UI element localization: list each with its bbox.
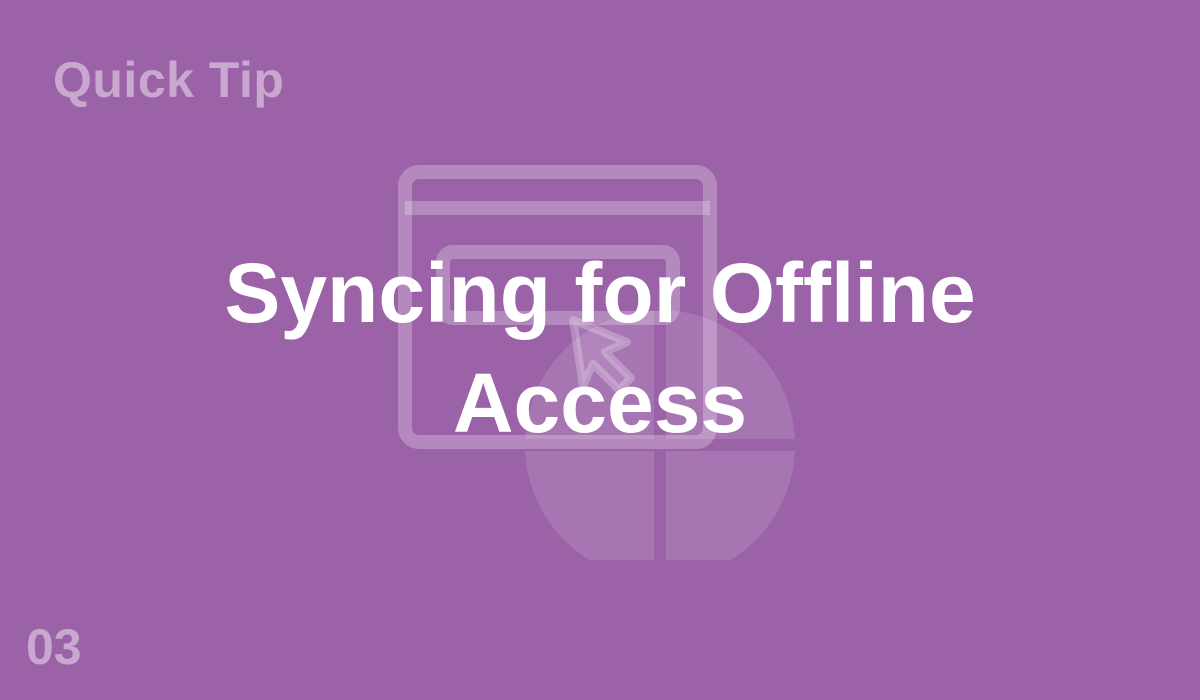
tip-title-line-2: Access [452,356,748,450]
eyebrow-label: Quick Tip [53,52,285,108]
tip-title-line-1: Syncing for Offline [224,246,976,340]
tip-card: Quick Tip Syncing for Offline Access 03 [0,0,1200,700]
tip-title: Syncing for Offline Access [0,238,1200,458]
tip-number: 03 [26,619,82,675]
